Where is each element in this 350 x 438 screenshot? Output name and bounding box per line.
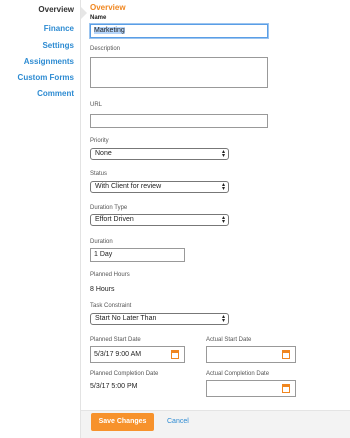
sidebar-item-finance[interactable]: Finance [0,24,80,33]
planned-start-input[interactable]: 5/3/17 9:00 AM [90,346,185,363]
sidebar-item-settings[interactable]: Settings [0,41,80,50]
section-title: Overview [90,3,126,12]
calendar-icon[interactable] [171,350,179,359]
duration-label: Duration [90,239,113,245]
task-constraint-value: Start No Later Than [95,315,157,322]
priority-value: None [95,150,112,157]
url-label: URL [90,102,103,108]
select-arrows-icon: ▴ ▾ [221,215,225,225]
duration-type-label: Duration Type [90,205,128,211]
name-label: Name [90,15,107,21]
calendar-icon[interactable] [282,350,290,359]
priority-label: Priority [90,138,109,144]
form-footer: Save Changes Cancel [81,410,350,438]
duration-input[interactable]: 1 Day [90,248,185,262]
task-constraint-select[interactable]: Start No Later Than ▴ ▾ [90,313,229,325]
priority-select[interactable]: None ▴ ▾ [90,148,229,160]
overview-form: Overview Name Marketing Description URL … [81,0,350,438]
duration-value: 1 Day [94,251,113,258]
planned-completion-value: 5/3/17 5:00 PM [90,383,138,390]
name-value: Marketing [94,27,125,34]
actual-start-input[interactable] [206,346,296,363]
task-constraint-label: Task Constraint [90,303,132,309]
select-arrows-icon: ▴ ▾ [221,182,225,192]
sidebar-item-comment[interactable]: Comment [0,89,80,98]
url-input[interactable] [90,114,268,128]
sidebar-item-custom-forms[interactable]: Custom Forms [0,73,80,82]
actual-completion-label: Actual Completion Date [206,371,270,377]
actual-completion-input[interactable] [206,380,296,397]
planned-start-value: 5/3/17 9:00 AM [94,351,142,358]
planned-hours-label: Planned Hours [90,272,130,278]
sidebar-nav: Overview Finance Settings Assignments Cu… [0,0,80,438]
planned-start-label: Planned Start Date [90,337,141,343]
name-input[interactable]: Marketing [90,24,268,38]
description-textarea[interactable] [90,57,268,88]
select-arrows-icon: ▴ ▾ [221,314,225,324]
actual-start-label: Actual Start Date [206,337,252,343]
save-changes-button[interactable]: Save Changes [91,413,154,431]
status-label: Status [90,171,108,177]
cancel-link[interactable]: Cancel [167,413,189,431]
planned-hours-value: 8 Hours [90,286,115,293]
sidebar-item-overview[interactable]: Overview [0,5,80,14]
select-arrows-icon: ▴ ▾ [221,149,225,159]
status-value: With Client for review [95,183,162,190]
status-select[interactable]: With Client for review ▴ ▾ [90,181,229,193]
calendar-icon[interactable] [282,384,290,393]
sidebar-item-assignments[interactable]: Assignments [0,57,80,66]
duration-type-select[interactable]: Effort Driven ▴ ▾ [90,214,229,226]
description-label: Description [90,46,121,52]
planned-completion-label: Planned Completion Date [90,371,159,377]
duration-type-value: Effort Driven [95,216,134,223]
